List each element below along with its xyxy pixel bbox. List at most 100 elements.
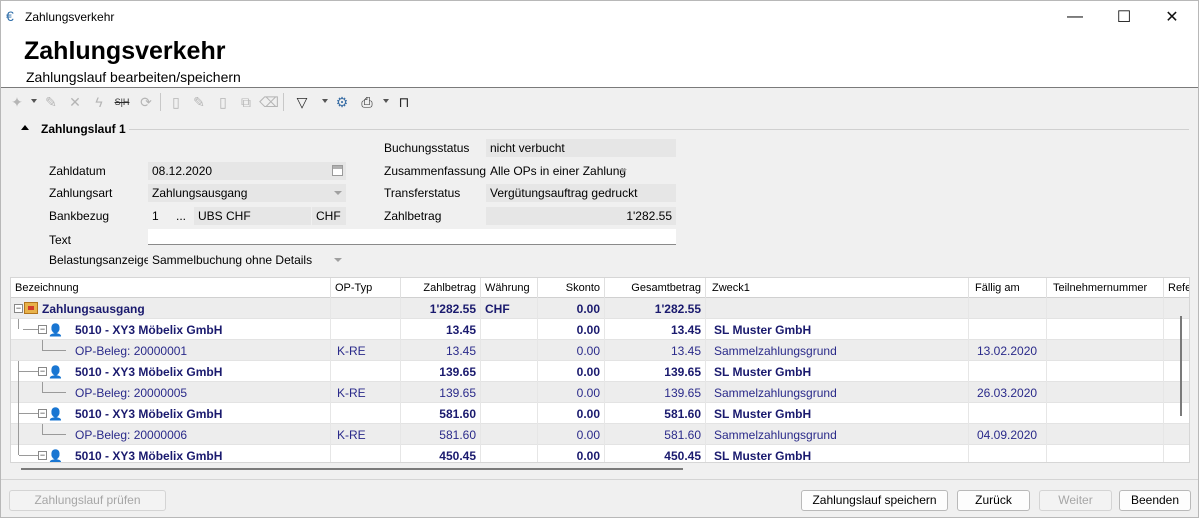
table-row[interactable]: − 👤 5010 - XY3 Möbelix GmbH 581.60 0.00 … <box>11 403 1189 424</box>
row-teilnehmer <box>1047 424 1164 445</box>
chevron-down-icon[interactable] <box>31 99 37 103</box>
row-optyp <box>331 403 401 424</box>
collapse-icon[interactable]: − <box>38 409 47 418</box>
row-zahlbetrag: 1'282.55 <box>401 298 481 319</box>
collapse-icon[interactable]: − <box>38 325 47 334</box>
row-waehrung <box>481 403 538 424</box>
filter-icon[interactable]: ▽ <box>292 92 312 112</box>
maximize-button[interactable]: ☐ <box>1101 1 1147 33</box>
column-header[interactable]: OP-Typ <box>331 278 401 298</box>
row-skonto: 0.00 <box>538 319 605 340</box>
delete-document-icon[interactable]: ▯ <box>213 92 233 112</box>
table-row[interactable]: − 👤 5010 - XY3 Möbelix GmbH 13.45 0.00 1… <box>11 319 1189 340</box>
eraser-icon[interactable]: ⌫ <box>259 92 279 112</box>
transferstatus-label: Transferstatus <box>384 186 461 200</box>
payment-grid: Bezeichnung OP-Typ Zahlbetrag Währung Sk… <box>10 277 1190 463</box>
row-skonto: 0.00 <box>538 445 605 462</box>
wand-icon[interactable]: ✦ <box>7 92 27 112</box>
row-bezeichnung: OP-Beleg: 20000005 <box>71 382 331 403</box>
scrollbar-thumb[interactable] <box>1180 316 1182 416</box>
zahldatum-field[interactable]: 08.12.2020 <box>148 162 346 180</box>
collapse-arrow-icon[interactable] <box>21 125 29 130</box>
copy-document-icon[interactable]: ⧉ <box>236 92 256 112</box>
footer-divider <box>1 479 1198 480</box>
row-faellig <box>969 319 1047 340</box>
collapse-icon[interactable]: − <box>38 367 47 376</box>
column-header[interactable]: Fällig am <box>969 278 1047 298</box>
row-zweck: Sammelzahlungsgrund <box>706 340 969 361</box>
vertical-scrollbar[interactable] <box>1174 300 1188 462</box>
row-zahlbetrag: 13.45 <box>401 319 481 340</box>
zusammenfassung-value: Alle OPs in einer Zahlung <box>490 164 627 178</box>
belastungsanzeige-select[interactable]: Sammelbuchung ohne Details <box>148 251 346 269</box>
tree-line <box>19 413 38 414</box>
edit-document-icon[interactable]: ✎ <box>189 92 209 112</box>
row-zahlbetrag: 13.45 <box>401 340 481 361</box>
new-document-icon[interactable]: ▯ <box>166 92 186 112</box>
row-zahlbetrag: 139.65 <box>401 382 481 403</box>
table-row[interactable]: OP-Beleg: 20000005 K-RE 139.65 0.00 139.… <box>11 382 1189 403</box>
export-icon[interactable]: ⊓ <box>394 92 414 112</box>
table-row[interactable]: − Zahlungsausgang 1'282.55 CHF 0.00 1'28… <box>11 298 1189 319</box>
print-icon[interactable]: ⎙ <box>357 92 377 112</box>
save-button[interactable]: Zahlungslauf speichern <box>801 490 948 511</box>
settings-icon[interactable]: ⚙ <box>332 92 352 112</box>
table-row[interactable]: OP-Beleg: 20000006 K-RE 581.60 0.00 581.… <box>11 424 1189 445</box>
supplier-icon: 👤 <box>48 365 63 379</box>
table-row[interactable]: − 👤 5010 - XY3 Möbelix GmbH 139.65 0.00 … <box>11 361 1189 382</box>
column-header[interactable]: Skonto <box>538 278 605 298</box>
close-button[interactable]: ✕ <box>1149 1 1195 33</box>
calendar-icon[interactable] <box>332 165 343 176</box>
table-row[interactable]: − 👤 5010 - XY3 Möbelix GmbH 450.45 0.00 … <box>11 445 1189 462</box>
lightning-icon[interactable]: ϟ <box>89 92 109 112</box>
zahlungsart-select[interactable]: Zahlungsausgang <box>148 184 346 202</box>
window-title: Zahlungsverkehr <box>25 10 115 24</box>
text-input[interactable] <box>148 229 676 245</box>
tree-line <box>42 434 66 435</box>
row-bezeichnung: 5010 - XY3 Möbelix GmbH <box>71 361 331 382</box>
collapse-icon[interactable]: − <box>38 451 47 460</box>
row-skonto: 0.00 <box>538 403 605 424</box>
column-header[interactable]: Zahlbetrag <box>401 278 481 298</box>
column-header[interactable]: Refe <box>1164 278 1189 298</box>
row-zahlbetrag: 581.60 <box>401 424 481 445</box>
row-zweck: Sammelzahlungsgrund <box>706 382 969 403</box>
chevron-down-icon[interactable] <box>383 99 389 103</box>
row-waehrung <box>481 361 538 382</box>
row-gesamtbetrag: 1'282.55 <box>605 298 706 319</box>
close-app-button[interactable]: Beenden <box>1119 490 1191 511</box>
minimize-button[interactable]: — <box>1052 1 1098 33</box>
tree-line <box>19 371 38 372</box>
chevron-down-icon[interactable] <box>619 169 627 173</box>
chevron-down-icon[interactable] <box>334 258 342 262</box>
refresh-icon[interactable]: ⟳ <box>136 92 156 112</box>
row-teilnehmer <box>1047 382 1164 403</box>
page-header: Zahlungsverkehr Zahlungslauf bearbeiten/… <box>1 33 1198 88</box>
back-button[interactable]: Zurück <box>957 490 1030 511</box>
bankbezug-lookup-button[interactable]: ... <box>174 207 194 225</box>
row-zweck: SL Muster GmbH <box>706 319 969 340</box>
zusammenfassung-select[interactable]: Alle OPs in einer Zahlung <box>486 162 631 180</box>
column-header[interactable]: Teilnehmernummer <box>1047 278 1164 298</box>
column-header[interactable]: Gesamtbetrag <box>605 278 706 298</box>
chevron-down-icon[interactable] <box>334 191 342 195</box>
group-title: Zahlungslauf 1 <box>41 122 126 136</box>
next-button[interactable]: Weiter <box>1039 490 1112 511</box>
supplier-icon: 👤 <box>48 323 63 337</box>
chevron-down-icon[interactable] <box>322 99 328 103</box>
horizontal-scrollbar[interactable] <box>21 468 683 470</box>
row-gesamtbetrag: 581.60 <box>605 424 706 445</box>
collapse-icon[interactable]: − <box>14 304 23 313</box>
table-row[interactable]: OP-Beleg: 20000001 K-RE 13.45 0.00 13.45… <box>11 340 1189 361</box>
pruefen-button[interactable]: Zahlungslauf prüfen <box>9 490 166 511</box>
bankbezug-label: Bankbezug <box>49 209 110 223</box>
column-header[interactable]: Zweck1 <box>706 278 969 298</box>
delete-icon[interactable]: ✕ <box>65 92 85 112</box>
column-header[interactable]: Währung <box>481 278 538 298</box>
bankbezug-number-field[interactable]: 1 <box>148 207 174 225</box>
zusammenfassung-label: Zusammenfassung <box>384 164 487 178</box>
column-header[interactable]: Bezeichnung <box>11 278 331 298</box>
tree-line <box>42 424 43 434</box>
s-h-icon[interactable]: S|H <box>112 92 132 112</box>
pencil-icon[interactable]: ✎ <box>41 92 61 112</box>
